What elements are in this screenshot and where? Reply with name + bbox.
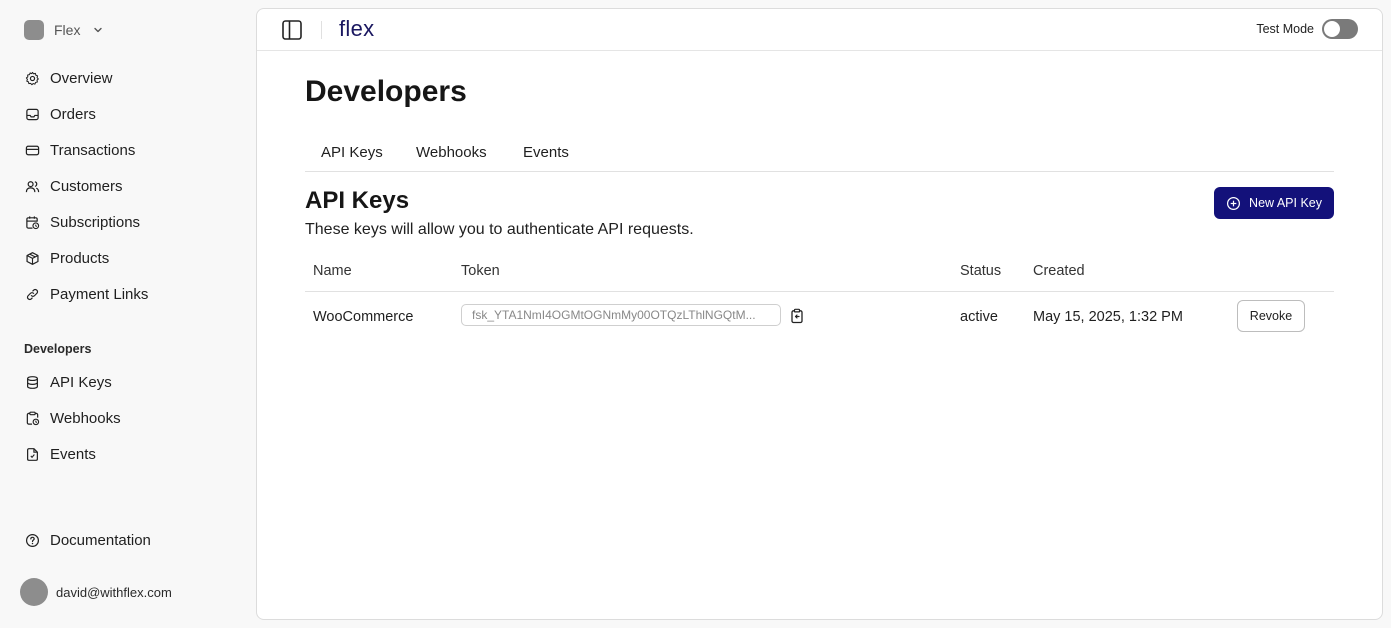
sidebar-item-label: Orders: [50, 105, 96, 123]
section-description: These keys will allow you to authenticat…: [305, 221, 694, 238]
avatar: [20, 578, 48, 606]
workspace-logo: [24, 20, 44, 40]
workspace-switcher[interactable]: Flex: [24, 20, 104, 40]
credit-card-icon: [24, 142, 40, 158]
sidebar-item-label: Webhooks: [50, 409, 121, 427]
tab-webhooks[interactable]: Webhooks: [416, 144, 487, 161]
clipboard-clock-icon: [24, 410, 40, 426]
column-header-created: Created: [1033, 263, 1085, 279]
sidebar-item-overview[interactable]: Overview: [24, 68, 244, 88]
sidebar-item-label: Customers: [50, 177, 123, 195]
sidebar-item-label: Transactions: [50, 141, 136, 159]
plus-circle-icon: [1227, 196, 1241, 210]
page-title: Developers: [305, 75, 467, 108]
section-title: API Keys: [305, 187, 410, 214]
sidebar-item-payment-links[interactable]: Payment Links: [24, 284, 244, 304]
file-icon: [24, 446, 40, 462]
sidebar-item-label: Subscriptions: [50, 213, 141, 231]
sidebar-item-documentation[interactable]: Documentation: [24, 530, 244, 550]
column-header-token: Token: [461, 263, 500, 279]
new-api-key-label: New API Key: [1249, 196, 1322, 210]
test-mode-toggle[interactable]: [1322, 19, 1358, 39]
workspace-name: Flex: [54, 22, 81, 38]
sidebar-item-customers[interactable]: Customers: [24, 176, 244, 196]
token-field[interactable]: fsk_YTA1NmI4OGMtOGNmMy00OTQzLThlNGQtM...: [461, 304, 781, 326]
calendar-clock-icon: [24, 214, 40, 230]
sidebar-section-developers: Developers: [24, 342, 92, 356]
section-header: API Keys These keys will allow you to au…: [305, 187, 694, 239]
sidebar-toggle-icon[interactable]: [281, 19, 303, 41]
user-menu[interactable]: david@withflex.com: [20, 578, 172, 606]
sidebar-item-products[interactable]: Products: [24, 248, 244, 268]
sidebar: Flex Overview Orders Transactions Custom…: [0, 0, 256, 628]
column-header-status: Status: [960, 263, 1002, 279]
tabs: API Keys Webhooks Events: [305, 139, 1334, 172]
test-mode-label: Test Mode: [1256, 22, 1314, 36]
database-icon: [24, 374, 40, 390]
user-email: david@withflex.com: [56, 584, 172, 600]
table-header: Name Token Status Created: [305, 259, 1334, 292]
sidebar-item-transactions[interactable]: Transactions: [24, 140, 244, 160]
key-name: WooCommerce: [313, 309, 414, 325]
toggle-knob: [1324, 21, 1340, 37]
key-status: active: [960, 309, 998, 325]
sidebar-item-label: Products: [50, 249, 110, 267]
link-icon: [24, 286, 40, 302]
inbox-icon: [24, 106, 40, 122]
sidebar-item-api-keys[interactable]: API Keys: [24, 372, 244, 392]
new-api-key-button[interactable]: New API Key: [1214, 187, 1334, 219]
gear-icon: [24, 70, 40, 86]
sidebar-item-orders[interactable]: Orders: [24, 104, 244, 124]
sidebar-item-label: Payment Links: [50, 285, 149, 303]
main-panel: flex Test Mode Developers API Keys Webho…: [256, 8, 1383, 620]
top-bar: flex Test Mode: [257, 9, 1382, 51]
sidebar-item-subscriptions[interactable]: Subscriptions: [24, 212, 244, 232]
column-header-name: Name: [313, 263, 352, 279]
topbar-divider: [321, 21, 322, 39]
sidebar-item-label: Overview: [50, 69, 113, 87]
sidebar-item-events[interactable]: Events: [24, 444, 244, 464]
help-circle-icon: [24, 532, 40, 548]
api-keys-table: Name Token Status Created WooCommerce fs…: [305, 259, 1334, 340]
tab-api-keys[interactable]: API Keys: [321, 144, 383, 161]
users-icon: [24, 178, 40, 194]
revoke-button[interactable]: Revoke: [1237, 300, 1305, 332]
test-mode: Test Mode: [1256, 19, 1358, 39]
sidebar-item-label: Documentation: [50, 531, 151, 549]
clipboard-copy-icon[interactable]: [789, 308, 805, 324]
package-icon: [24, 250, 40, 266]
sidebar-item-label: API Keys: [50, 373, 112, 391]
sidebar-item-label: Events: [50, 445, 96, 463]
table-row: WooCommerce fsk_YTA1NmI4OGMtOGNmMy00OTQz…: [305, 292, 1334, 340]
key-created: May 15, 2025, 1:32 PM: [1033, 309, 1183, 325]
tab-events[interactable]: Events: [523, 144, 569, 161]
chevron-down-icon: [94, 27, 103, 33]
brand-logo: flex: [339, 16, 375, 41]
sidebar-item-webhooks[interactable]: Webhooks: [24, 408, 244, 428]
